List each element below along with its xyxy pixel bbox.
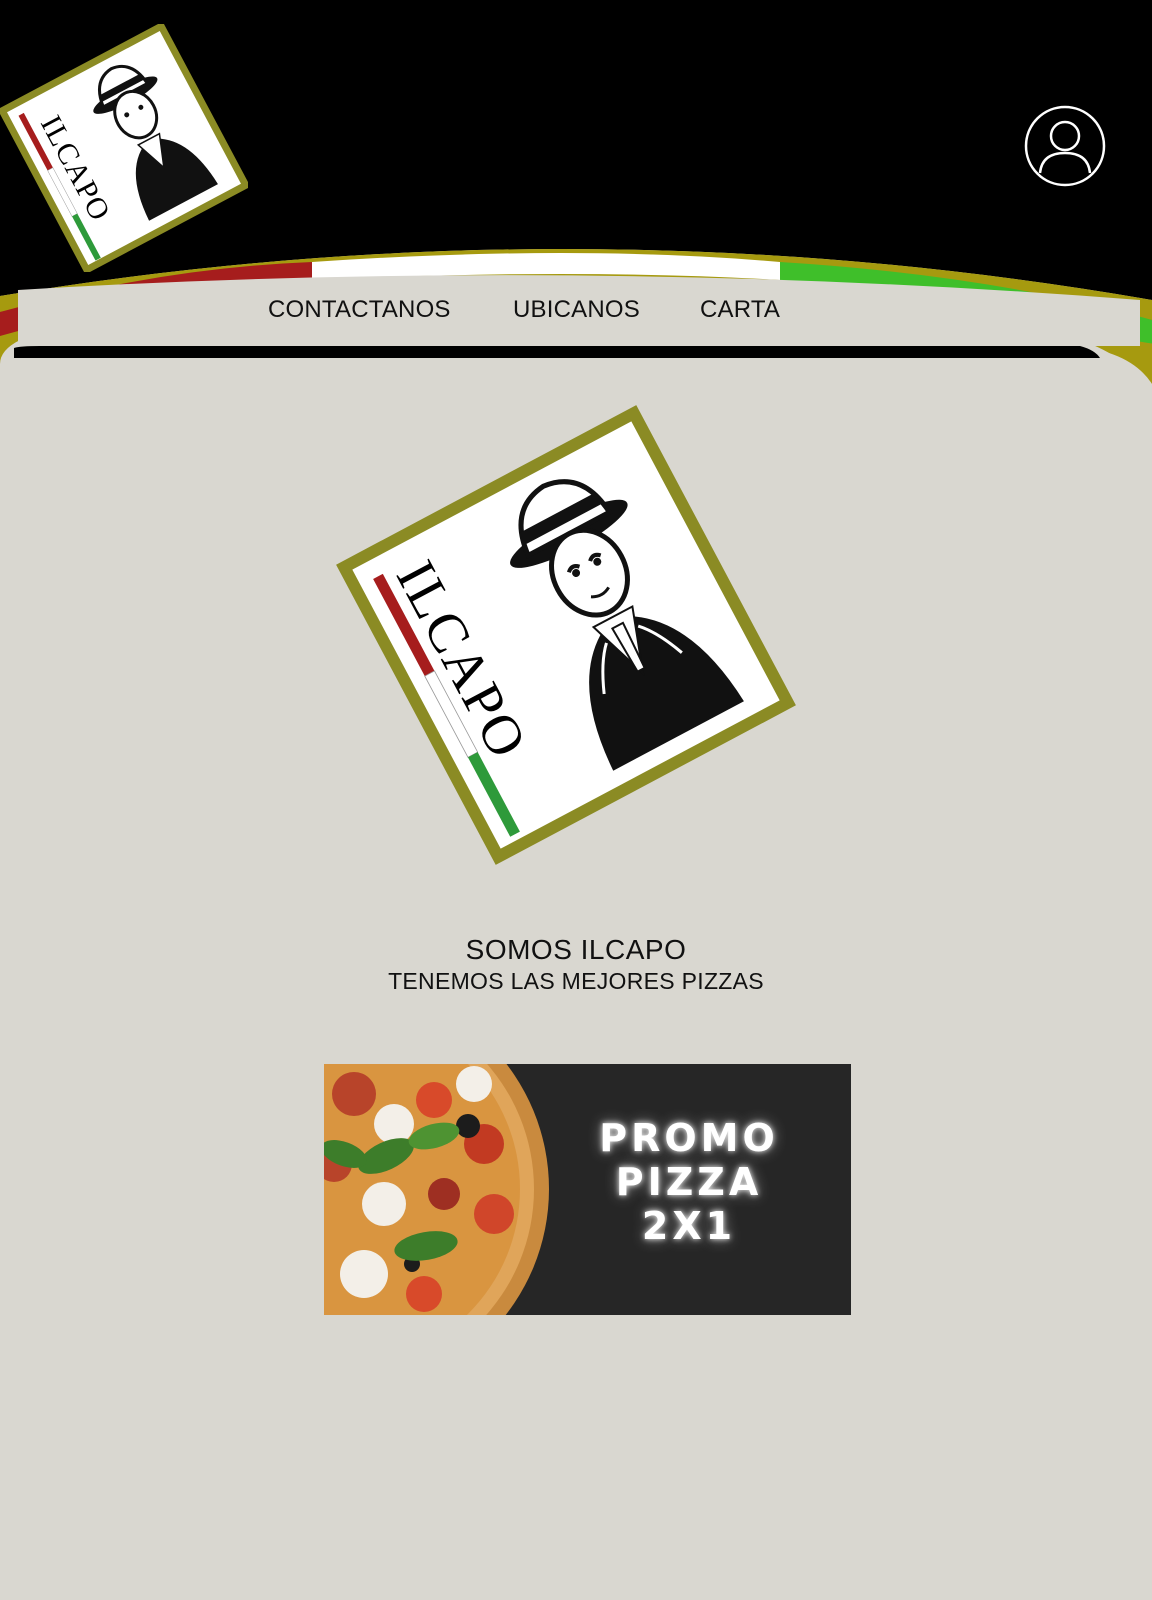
nav-link-ubicanos[interactable]: UBICANOS — [513, 296, 640, 324]
user-account-icon[interactable] — [1024, 105, 1106, 187]
brand-logo[interactable]: ILCAPO — [0, 24, 248, 272]
nav-link-contactanos[interactable]: CONTACTANOS — [268, 296, 451, 324]
promo-text: PROMO PIZZA 2X1 — [564, 1116, 814, 1248]
hero-tagline: SOMOS ILCAPO TENEMOS LAS MEJORES PIZZAS — [0, 933, 1152, 995]
promo-line-1: PROMO — [599, 1116, 779, 1160]
hero-logo: ILCAPO — [336, 405, 796, 865]
main-nav: CONTACTANOS UBICANOS CARTA — [0, 296, 1152, 330]
hero-title: SOMOS ILCAPO — [465, 934, 687, 965]
promo-line-3: 2X1 — [641, 1204, 737, 1248]
hero-subtitle: TENEMOS LAS MEJORES PIZZAS — [388, 968, 764, 994]
promo-line-2: PIZZA — [615, 1160, 763, 1204]
nav-link-carta[interactable]: CARTA — [700, 296, 780, 324]
promo-banner[interactable]: PROMO PIZZA 2X1 — [324, 1064, 851, 1315]
